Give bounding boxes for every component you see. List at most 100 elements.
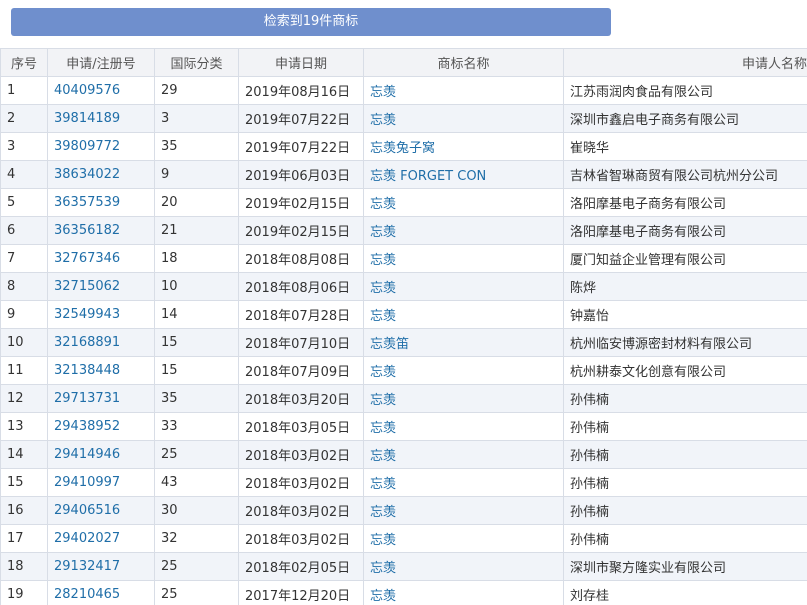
row-registration-number-cell[interactable]: 29713731 (47, 384, 155, 413)
row-serial-cell: 3 (0, 132, 48, 161)
row-trademark-name-cell[interactable]: 忘羡 (363, 188, 564, 217)
row-registration-number-cell[interactable]: 32767346 (47, 244, 155, 273)
row-trademark-name-link[interactable]: 忘羡 (370, 85, 396, 100)
row-international-class-cell: 33 (154, 412, 239, 441)
row-registration-number-cell[interactable]: 29414946 (47, 440, 155, 469)
row-trademark-name-link[interactable]: 忘羡 (370, 253, 396, 268)
row-registration-number-cell[interactable]: 28210465 (47, 580, 155, 605)
row-registration-number-cell[interactable]: 32168891 (47, 328, 155, 357)
row-registration-number-link[interactable]: 32715062 (54, 279, 120, 294)
row-registration-number-link[interactable]: 32168891 (54, 335, 120, 350)
header-applicant-name[interactable]: 申请人名称 (563, 48, 807, 77)
row-registration-number-link[interactable]: 32767346 (54, 251, 120, 266)
row-serial-cell: 6 (0, 216, 48, 245)
row-registration-number-link[interactable]: 32549943 (54, 307, 120, 322)
row-registration-number-link[interactable]: 36356182 (54, 223, 120, 238)
row-registration-number-cell[interactable]: 29132417 (47, 552, 155, 581)
row-trademark-name-cell[interactable]: 忘羡 (363, 384, 564, 413)
row-serial-cell: 8 (0, 272, 48, 301)
row-registration-number-link[interactable]: 28210465 (54, 587, 120, 602)
row-registration-number-link[interactable]: 39809772 (54, 139, 120, 154)
header-application-date[interactable]: 申请日期 (238, 48, 364, 77)
row-trademark-name-link[interactable]: 忘羡 (370, 197, 396, 212)
row-registration-number-link[interactable]: 32138448 (54, 363, 120, 378)
row-registration-number-link[interactable]: 29410997 (54, 475, 120, 490)
row-application-date-cell: 2019年06月03日 (238, 160, 364, 189)
row-trademark-name-link[interactable]: 忘羡 (370, 365, 396, 380)
row-trademark-name-link[interactable]: 忘羡 FORGET CON (370, 169, 486, 184)
row-applicant-name-cell: 洛阳摩基电子商务有限公司 (563, 188, 807, 217)
row-trademark-name-cell[interactable]: 忘羡 (363, 440, 564, 469)
row-trademark-name-link[interactable]: 忘羡 (370, 393, 396, 408)
row-international-class-cell: 3 (154, 104, 239, 133)
table-row: 17 29402027 32 2018年03月02日 忘羡 孙伟楠 (0, 524, 807, 553)
row-registration-number-cell[interactable]: 39809772 (47, 132, 155, 161)
row-registration-number-link[interactable]: 36357539 (54, 195, 120, 210)
row-trademark-name-cell[interactable]: 忘羡 (363, 272, 564, 301)
row-registration-number-link[interactable]: 29132417 (54, 559, 120, 574)
row-trademark-name-cell[interactable]: 忘羡 (363, 468, 564, 497)
row-registration-number-cell[interactable]: 38634022 (47, 160, 155, 189)
header-serial[interactable]: 序号 (0, 48, 48, 77)
row-application-date-cell: 2019年07月22日 (238, 104, 364, 133)
row-registration-number-link[interactable]: 38634022 (54, 167, 120, 182)
result-count-bar[interactable]: 检索到19件商标 (11, 8, 611, 36)
row-trademark-name-cell[interactable]: 忘羡 (363, 524, 564, 553)
row-trademark-name-link[interactable]: 忘羡 (370, 309, 396, 324)
row-trademark-name-link[interactable]: 忘羡 (370, 505, 396, 520)
row-trademark-name-link[interactable]: 忘羡 (370, 589, 396, 604)
row-registration-number-link[interactable]: 29438952 (54, 419, 120, 434)
row-registration-number-cell[interactable]: 39814189 (47, 104, 155, 133)
row-registration-number-link[interactable]: 29402027 (54, 531, 120, 546)
row-trademark-name-link[interactable]: 忘羡 (370, 281, 396, 296)
row-application-date-cell: 2018年08月06日 (238, 272, 364, 301)
row-trademark-name-link[interactable]: 忘羡 (370, 533, 396, 548)
row-application-date-cell: 2018年08月08日 (238, 244, 364, 273)
row-trademark-name-cell[interactable]: 忘羡 (363, 76, 564, 105)
row-trademark-name-cell[interactable]: 忘羡兔子窝 (363, 132, 564, 161)
row-trademark-name-cell[interactable]: 忘羡 (363, 356, 564, 385)
row-trademark-name-link[interactable]: 忘羡兔子窝 (370, 141, 435, 156)
row-registration-number-link[interactable]: 29406516 (54, 503, 120, 518)
row-registration-number-cell[interactable]: 40409576 (47, 76, 155, 105)
row-application-date-cell: 2018年07月10日 (238, 328, 364, 357)
row-registration-number-cell[interactable]: 32138448 (47, 356, 155, 385)
row-registration-number-link[interactable]: 29414946 (54, 447, 120, 462)
row-registration-number-cell[interactable]: 36357539 (47, 188, 155, 217)
row-applicant-name-cell: 孙伟楠 (563, 384, 807, 413)
row-trademark-name-link[interactable]: 忘羡 (370, 561, 396, 576)
row-trademark-name-cell[interactable]: 忘羡笛 (363, 328, 564, 357)
row-serial-cell: 10 (0, 328, 48, 357)
header-registration-number[interactable]: 申请/注册号 (47, 48, 155, 77)
row-registration-number-link[interactable]: 29713731 (54, 391, 120, 406)
row-trademark-name-link[interactable]: 忘羡 (370, 113, 396, 128)
row-trademark-name-cell[interactable]: 忘羡 (363, 216, 564, 245)
row-registration-number-link[interactable]: 39814189 (54, 111, 120, 126)
row-registration-number-cell[interactable]: 32549943 (47, 300, 155, 329)
row-trademark-name-link[interactable]: 忘羡 (370, 449, 396, 464)
header-international-class[interactable]: 国际分类 (154, 48, 239, 77)
row-trademark-name-cell[interactable]: 忘羡 (363, 300, 564, 329)
row-trademark-name-cell[interactable]: 忘羡 (363, 104, 564, 133)
row-trademark-name-cell[interactable]: 忘羡 (363, 496, 564, 525)
row-trademark-name-cell[interactable]: 忘羡 (363, 580, 564, 605)
row-registration-number-cell[interactable]: 29410997 (47, 468, 155, 497)
row-registration-number-cell[interactable]: 29438952 (47, 412, 155, 441)
row-trademark-name-link[interactable]: 忘羡笛 (370, 337, 409, 352)
row-registration-number-link[interactable]: 40409576 (54, 83, 120, 98)
row-registration-number-cell[interactable]: 32715062 (47, 272, 155, 301)
row-trademark-name-cell[interactable]: 忘羡 (363, 244, 564, 273)
row-international-class-cell: 25 (154, 552, 239, 581)
row-serial-cell: 14 (0, 440, 48, 469)
row-trademark-name-link[interactable]: 忘羡 (370, 421, 396, 436)
row-trademark-name-link[interactable]: 忘羡 (370, 477, 396, 492)
row-trademark-name-cell[interactable]: 忘羡 (363, 552, 564, 581)
row-trademark-name-cell[interactable]: 忘羡 FORGET CON (363, 160, 564, 189)
table-row: 13 29438952 33 2018年03月05日 忘羡 孙伟楠 (0, 412, 807, 441)
row-registration-number-cell[interactable]: 29402027 (47, 524, 155, 553)
row-registration-number-cell[interactable]: 29406516 (47, 496, 155, 525)
row-trademark-name-link[interactable]: 忘羡 (370, 225, 396, 240)
row-trademark-name-cell[interactable]: 忘羡 (363, 412, 564, 441)
header-trademark-name[interactable]: 商标名称 (363, 48, 564, 77)
row-registration-number-cell[interactable]: 36356182 (47, 216, 155, 245)
